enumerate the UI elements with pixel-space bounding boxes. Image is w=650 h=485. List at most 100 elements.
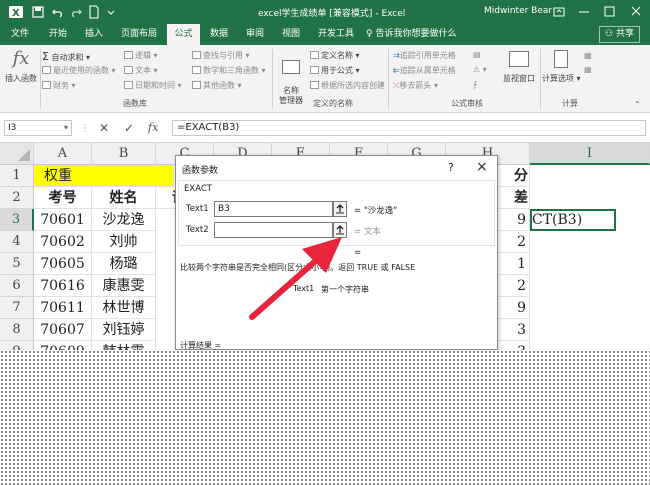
tab-formulas[interactable]: 公式	[167, 24, 200, 45]
row-header[interactable]: 4	[0, 231, 34, 253]
logic-icon	[124, 51, 133, 59]
formula-input[interactable]: =EXACT(B3)	[172, 120, 646, 136]
maximize-icon[interactable]	[597, 0, 621, 24]
insert-function-button[interactable]: fx 插入函数	[5, 48, 37, 84]
name-cell[interactable]: 韩林霖	[92, 341, 156, 350]
calc-sheet-icon[interactable]: ▦	[584, 65, 592, 74]
collapse-ribbon-icon[interactable]: ⌃	[634, 100, 641, 109]
close-dialog-button[interactable]: ×	[476, 159, 488, 175]
select-all-corner[interactable]	[0, 143, 34, 165]
title-separator: -	[375, 9, 379, 19]
header-cell[interactable]: 考号	[34, 187, 92, 209]
id-cell[interactable]: 70607	[34, 319, 92, 341]
text-button[interactable]: 文本 ▾	[124, 65, 158, 76]
tab-file[interactable]: 文件	[4, 24, 36, 45]
header-cell[interactable]: 语	[156, 187, 176, 209]
row-header[interactable]: 6	[0, 275, 34, 297]
new-file-icon[interactable]	[86, 4, 102, 20]
close-window-icon[interactable]	[624, 0, 648, 24]
datetime-label: 日期和时间	[135, 81, 175, 90]
ribbon-display-icon[interactable]	[548, 0, 570, 24]
tab-data[interactable]: 数据	[203, 24, 235, 45]
row-header[interactable]: 8	[0, 319, 34, 341]
user-name[interactable]: Midwinter Bear	[484, 6, 552, 16]
weight-label-cell[interactable]: 权重	[34, 165, 174, 187]
calc-now-icon[interactable]: ▦	[584, 51, 592, 60]
text1-input[interactable]: B3	[214, 201, 333, 217]
function-name: EXACT	[184, 184, 212, 194]
recent-functions-button[interactable]: 最近使用的函数 ▾	[42, 65, 116, 76]
tell-me-box[interactable]: ♀ 告诉我你想要做什么	[366, 24, 466, 45]
id-cell[interactable]: 70611	[34, 297, 92, 319]
name-cell[interactable]: 康惠雯	[92, 275, 156, 297]
id-cell[interactable]: 70609	[34, 341, 92, 350]
calc-options-button[interactable]: 计算选项 ▾	[542, 48, 581, 84]
name-cell[interactable]: 刘钰婷	[92, 319, 156, 341]
financial-button[interactable]: 财务 ▾	[42, 80, 76, 91]
define-name-button[interactable]: 定义名称 ▾	[310, 50, 360, 61]
show-formulas-icon[interactable]: ▤	[473, 50, 481, 59]
row-header[interactable]: 2	[0, 187, 34, 209]
header-cell[interactable]: 姓名	[92, 187, 156, 209]
id-cell[interactable]: 70601	[34, 209, 92, 231]
row-header[interactable]: 7	[0, 297, 34, 319]
customize-toolbar-icon[interactable]	[103, 4, 119, 20]
tab-home[interactable]: 开始	[42, 24, 74, 45]
name-box[interactable]: I3 ▾	[4, 120, 72, 136]
collapse-arrow-icon	[336, 204, 344, 214]
trace-precedents-button[interactable]: ⇉追踪引用单元格	[393, 50, 456, 61]
error-check-icon[interactable]: ⚠ ▾	[473, 65, 487, 74]
id-cell[interactable]: 70605	[34, 253, 92, 275]
app-name: Excel	[381, 9, 406, 19]
autosum-button[interactable]: Σ 自动求和 ▾	[42, 50, 90, 63]
tab-review[interactable]: 审阅	[239, 24, 271, 45]
more-options-icon: ⋮	[80, 123, 90, 134]
name-manager-button[interactable]: 名称 管理器	[276, 48, 306, 106]
watch-window-icon	[509, 51, 529, 67]
cancel-icon[interactable]: ✕	[99, 121, 109, 135]
tab-insert[interactable]: 插入	[78, 24, 110, 45]
tab-page-layout[interactable]: 页面布局	[114, 24, 164, 45]
collapse-dialog-button[interactable]	[333, 201, 347, 217]
remove-arrows-button[interactable]: ⤫移去箭头 ▾	[393, 80, 438, 91]
other-functions-button[interactable]: 其他函数 ▾	[192, 80, 242, 91]
save-icon[interactable]	[30, 4, 46, 20]
active-cell[interactable]: CT(B3)	[530, 209, 616, 231]
row-header[interactable]: 1	[0, 165, 34, 187]
tag-icon	[310, 51, 319, 59]
id-cell[interactable]: 70616	[34, 275, 92, 297]
tab-developer[interactable]: 开发工具	[311, 24, 361, 45]
lookup-button[interactable]: 查找与引用 ▾	[192, 50, 250, 61]
help-button[interactable]: ?	[448, 161, 454, 174]
math-label: 数学和三角函数	[203, 66, 259, 75]
redo-icon[interactable]	[68, 4, 84, 20]
use-in-formula-label: 用于公式	[321, 66, 353, 75]
name-cell[interactable]: 杨璐	[92, 253, 156, 275]
datetime-button[interactable]: 日期和时间 ▾	[124, 80, 182, 91]
other-label: 其他函数	[203, 81, 235, 90]
name-cell[interactable]: 沙龙逸	[92, 209, 156, 231]
row-header[interactable]: 9	[0, 341, 34, 350]
trace-dependents-button[interactable]: ⇇追踪从属单元格	[393, 65, 456, 76]
row-header[interactable]: 5	[0, 253, 34, 275]
column-header[interactable]: B	[92, 143, 156, 165]
column-header-selected[interactable]: I	[530, 143, 650, 165]
share-button[interactable]: ⚇ 共享	[599, 26, 640, 43]
column-header[interactable]: A	[34, 143, 92, 165]
use-in-formula-button[interactable]: 用于公式 ▾	[310, 65, 360, 76]
insert-function-icon[interactable]: fx	[148, 121, 158, 134]
evaluate-formula-icon[interactable]: ⨍	[473, 80, 477, 89]
create-from-selection-button[interactable]: 根据所选内容创建	[310, 80, 385, 91]
logical-button[interactable]: 逻辑 ▾	[124, 50, 158, 61]
row-header-selected[interactable]: 3	[0, 209, 34, 231]
id-cell[interactable]: 70602	[34, 231, 92, 253]
enter-icon[interactable]: ✓	[124, 121, 134, 135]
chevron-down-icon[interactable]: ▾	[64, 121, 68, 135]
math-button[interactable]: 数学和三角函数 ▾	[192, 65, 266, 76]
tab-view[interactable]: 视图	[275, 24, 307, 45]
name-cell[interactable]: 刘帅	[92, 231, 156, 253]
minimize-icon[interactable]	[572, 0, 596, 24]
watch-window-button[interactable]: 监视窗口	[500, 48, 538, 84]
name-cell[interactable]: 林世博	[92, 297, 156, 319]
undo-icon[interactable]	[50, 4, 66, 20]
